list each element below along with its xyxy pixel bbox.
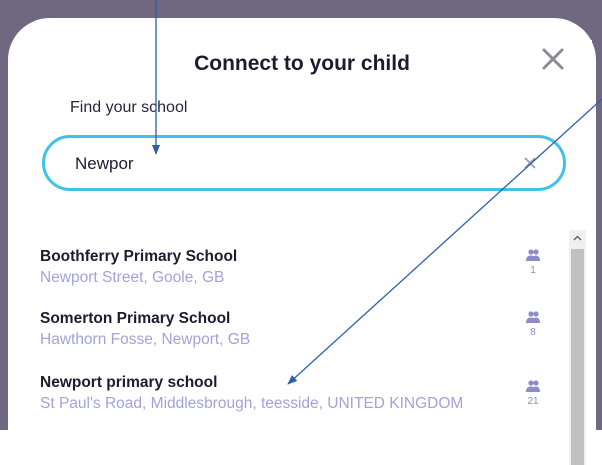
school-address: St Paul's Road, Middlesbrough, teesside,… (40, 395, 464, 412)
people-icon (526, 249, 540, 261)
chevron-up-icon (573, 235, 582, 241)
clear-search-button[interactable] (521, 154, 539, 172)
people-icon (526, 380, 540, 392)
results-scrollbar[interactable] (569, 230, 586, 465)
school-name: Newport primary school (40, 374, 218, 391)
school-name: Boothferry Primary School (40, 248, 238, 265)
school-address: Hawthorn Fosse, Newport, GB (40, 331, 251, 348)
modal-title: Connect to your child (194, 52, 410, 75)
scrollbar-thumb[interactable] (571, 249, 584, 465)
member-count: 8 (520, 311, 546, 338)
member-count: 21 (520, 380, 546, 407)
member-count: 1 (520, 249, 546, 276)
school-search-box[interactable] (42, 135, 566, 191)
list-item[interactable]: Somerton Primary School Hawthorn Fosse, … (40, 309, 540, 351)
member-count-value: 1 (530, 265, 536, 276)
close-icon (542, 48, 564, 70)
list-item[interactable]: Newport primary school St Paul's Road, M… (40, 373, 540, 415)
school-results-list: Boothferry Primary School Newport Street… (8, 230, 596, 465)
member-count-value: 21 (527, 396, 539, 407)
scroll-up-button[interactable] (569, 230, 586, 247)
member-count-value: 8 (530, 327, 536, 338)
close-button[interactable] (538, 44, 568, 74)
people-icon (526, 311, 540, 323)
school-name: Somerton Primary School (40, 310, 231, 327)
list-item[interactable]: Boothferry Primary School Newport Street… (40, 247, 540, 289)
clear-icon (524, 157, 536, 169)
find-school-label: Find your school (70, 99, 188, 116)
school-address: Newport Street, Goole, GB (40, 269, 225, 286)
school-search-input[interactable] (75, 150, 495, 178)
connect-child-modal: Connect to your child Find your school B… (8, 18, 596, 465)
